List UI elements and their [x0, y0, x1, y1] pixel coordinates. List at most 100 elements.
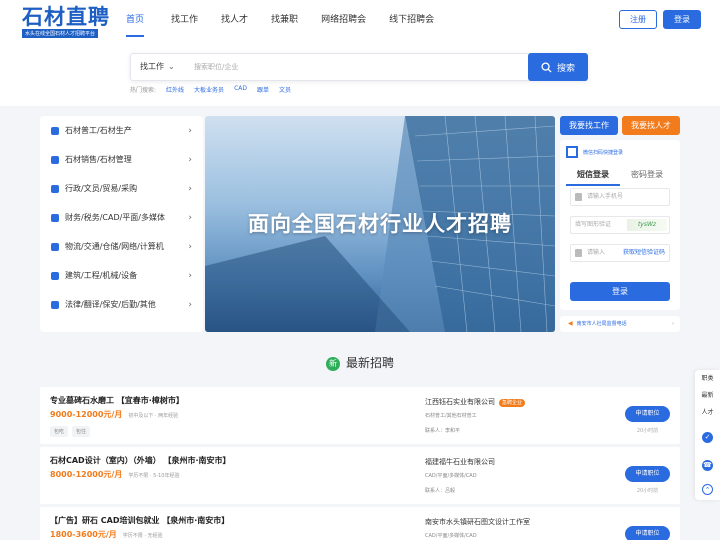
hot-search: 热门搜索: 红外线 大板业务员 CAD 跟单 文员	[130, 85, 291, 94]
job-title[interactable]: 石材CAD设计（室内）（外墙） 【泉州市·南安市】	[50, 455, 231, 466]
nav-find-talent[interactable]: 找人才	[221, 0, 248, 40]
company-name[interactable]: 江西钰石实业有限公司 急聘企业	[425, 397, 526, 407]
nav-home[interactable]: 首页	[126, 0, 145, 40]
brand-name: 石材直聘	[22, 5, 110, 29]
category-label: 法律/翻译/保安/后勤/其他	[65, 300, 156, 309]
top-header: 石材直聘 水头在线全国石材人才招聘平台 首页 找工作 找人才 找兼职 网络招聘会…	[0, 0, 720, 40]
hire-talent-button[interactable]: 我要找人才	[622, 116, 680, 135]
category-icon	[51, 271, 59, 280]
category-icon	[51, 242, 59, 251]
register-button[interactable]: 注册	[619, 10, 657, 29]
login-button[interactable]: 登录	[663, 10, 701, 29]
category-icon	[51, 184, 59, 193]
chevron-right-icon: ›	[188, 270, 192, 281]
job-title[interactable]: 【广告】研石 CAD培训包就业 【泉州市·南安市】	[50, 515, 229, 526]
company-industry: 石材普工/其他石材普工	[425, 413, 477, 419]
hot-keyword[interactable]: 文员	[279, 85, 291, 94]
category-item[interactable]: 行政/文员/贸易/采购 ›	[40, 174, 203, 203]
category-item[interactable]: 石材销售/石材管理 ›	[40, 145, 203, 174]
chevron-right-icon: ›	[188, 212, 192, 223]
tab-sms-login[interactable]: 短信登录	[566, 168, 620, 186]
nav-online-fair[interactable]: 网络招聘会	[321, 0, 366, 40]
company-name[interactable]: 南安市水头镇研石图文设计工作室	[425, 517, 530, 527]
search-input[interactable]	[194, 58, 514, 76]
nav-find-job[interactable]: 找工作	[171, 0, 198, 40]
login-submit-button[interactable]: 登录	[570, 282, 670, 301]
brand-slogan: 水头在线全国石材人才招聘平台	[22, 29, 99, 38]
apply-button[interactable]: 申请职位	[625, 406, 670, 422]
apply-button[interactable]: 申请职位	[625, 526, 670, 540]
hero-banner[interactable]: 面向全国石材行业人才招聘	[205, 116, 555, 332]
apply-button[interactable]: 申请职位	[625, 466, 670, 482]
brand-logo[interactable]: 石材直聘 水头在线全国石材人才招聘平台	[22, 6, 110, 38]
check-icon[interactable]: ✓	[702, 432, 713, 443]
salary-value: 9000-12000元/月	[50, 410, 123, 419]
category-item[interactable]: 石材普工/石材生产 ›	[40, 116, 203, 145]
category-label: 建筑/工程/机械/设备	[65, 271, 138, 280]
category-item[interactable]: 建筑/工程/机械/设备 ›	[40, 261, 203, 290]
qr-login-hint[interactable]: 微信扫码快捷登录	[566, 146, 623, 158]
sms-code-field[interactable]: 请输入 获取短信验证码	[570, 244, 670, 262]
category-icon	[51, 213, 59, 222]
job-tags: 包吃 包住	[50, 426, 91, 437]
notice-text: 南安市人社局监督电话	[576, 321, 627, 327]
chevron-right-icon: ›	[188, 154, 192, 165]
category-item[interactable]: 财务/税务/CAD/平面/多媒体 ›	[40, 203, 203, 232]
captcha-image[interactable]: tysWz	[627, 219, 667, 231]
nav-part-time[interactable]: 找兼职	[271, 0, 298, 40]
qr-code-icon	[566, 146, 578, 158]
float-item-category[interactable]: 职类	[695, 374, 720, 384]
chevron-right-icon: ›	[188, 125, 192, 136]
section-title: 新最新招聘	[0, 354, 720, 371]
category-label: 行政/文员/贸易/采购	[65, 184, 138, 193]
login-tabs: 短信登录 密码登录	[566, 168, 674, 186]
search-button[interactable]: 搜索	[528, 53, 588, 81]
category-item[interactable]: 物流/交通/仓储/网络/计算机 ›	[40, 232, 203, 261]
job-tag: 包住	[72, 426, 91, 437]
salary-value: 8000-12000元/月	[50, 470, 123, 479]
category-label: 物流/交通/仓储/网络/计算机	[65, 242, 164, 251]
seek-job-button[interactable]: 我要找工作	[560, 116, 618, 135]
chevron-down-icon: ⌄	[168, 62, 175, 71]
captcha-field[interactable]: 填写图形验证 tysWz	[570, 216, 670, 234]
company-contact: 联系人：李和平	[425, 428, 461, 434]
supervision-notice[interactable]: ◀ 南安市人社局监督电话 ›	[560, 316, 680, 332]
hot-search-label: 热门搜索:	[130, 87, 157, 94]
qr-login-label: 微信扫码快捷登录	[583, 149, 624, 156]
company-name-text: 江西钰石实业有限公司	[425, 398, 495, 406]
float-item-latest[interactable]: 最新	[695, 391, 720, 401]
hot-keyword[interactable]: CAD	[234, 85, 247, 94]
arrow-up-icon[interactable]: ⌃	[702, 484, 713, 495]
mail-icon	[575, 249, 582, 257]
headset-icon[interactable]: ☎	[702, 460, 713, 471]
job-card[interactable]: 石材CAD设计（室内）（外墙） 【泉州市·南安市】 8000-12000元/月学…	[40, 447, 680, 504]
sms-code-placeholder: 请输入	[587, 249, 606, 256]
company-industry: CAD/平面/多媒体/CAD	[425, 533, 477, 539]
chevron-right-icon: ›	[188, 183, 192, 194]
category-icon	[51, 126, 59, 135]
hot-keyword[interactable]: 红外线	[166, 85, 184, 94]
job-card[interactable]: 【广告】研石 CAD培训包就业 【泉州市·南安市】 1800-3600元/月 学历…	[40, 507, 680, 540]
company-name[interactable]: 福建福牛石业有限公司	[425, 457, 495, 467]
get-sms-code-button[interactable]: 获取短信验证码	[623, 245, 665, 261]
tab-password-login[interactable]: 密码登录	[620, 168, 674, 186]
phone-field[interactable]: 请输入手机号	[570, 188, 670, 206]
category-label: 石材销售/石材管理	[65, 155, 132, 164]
job-card[interactable]: 专业墓碑石水磨工 【宜春市·樟树市】 9000-12000元/月 初中及以下 · …	[40, 387, 680, 444]
job-tag: 包吃	[50, 426, 69, 437]
login-card: 微信扫码快捷登录 短信登录 密码登录 请输入手机号 填写图形验证 tysWz 请…	[560, 140, 680, 310]
category-item[interactable]: 法律/翻译/保安/后勤/其他 ›	[40, 290, 203, 319]
hot-keyword[interactable]: 跟单	[257, 85, 269, 94]
hot-keyword[interactable]: 大板业务员	[194, 85, 224, 94]
nav-offline-fair[interactable]: 线下招聘会	[389, 0, 434, 40]
new-badge-icon: 新	[325, 357, 340, 371]
phone-icon	[575, 193, 582, 201]
urgent-badge: 急聘企业	[499, 399, 526, 407]
chevron-right-icon: ›	[672, 321, 674, 327]
job-title[interactable]: 专业墓碑石水磨工 【宜春市·樟树市】	[50, 395, 184, 406]
search-type-select[interactable]: 找工作 ⌄	[140, 54, 175, 80]
post-time: 20小时前	[636, 428, 659, 434]
job-salary: 1800-3600元/月 学历不限 · 无经验	[50, 529, 163, 540]
banner-headline: 面向全国石材行业人才招聘	[248, 212, 512, 236]
float-item-talent[interactable]: 人才	[695, 408, 720, 418]
